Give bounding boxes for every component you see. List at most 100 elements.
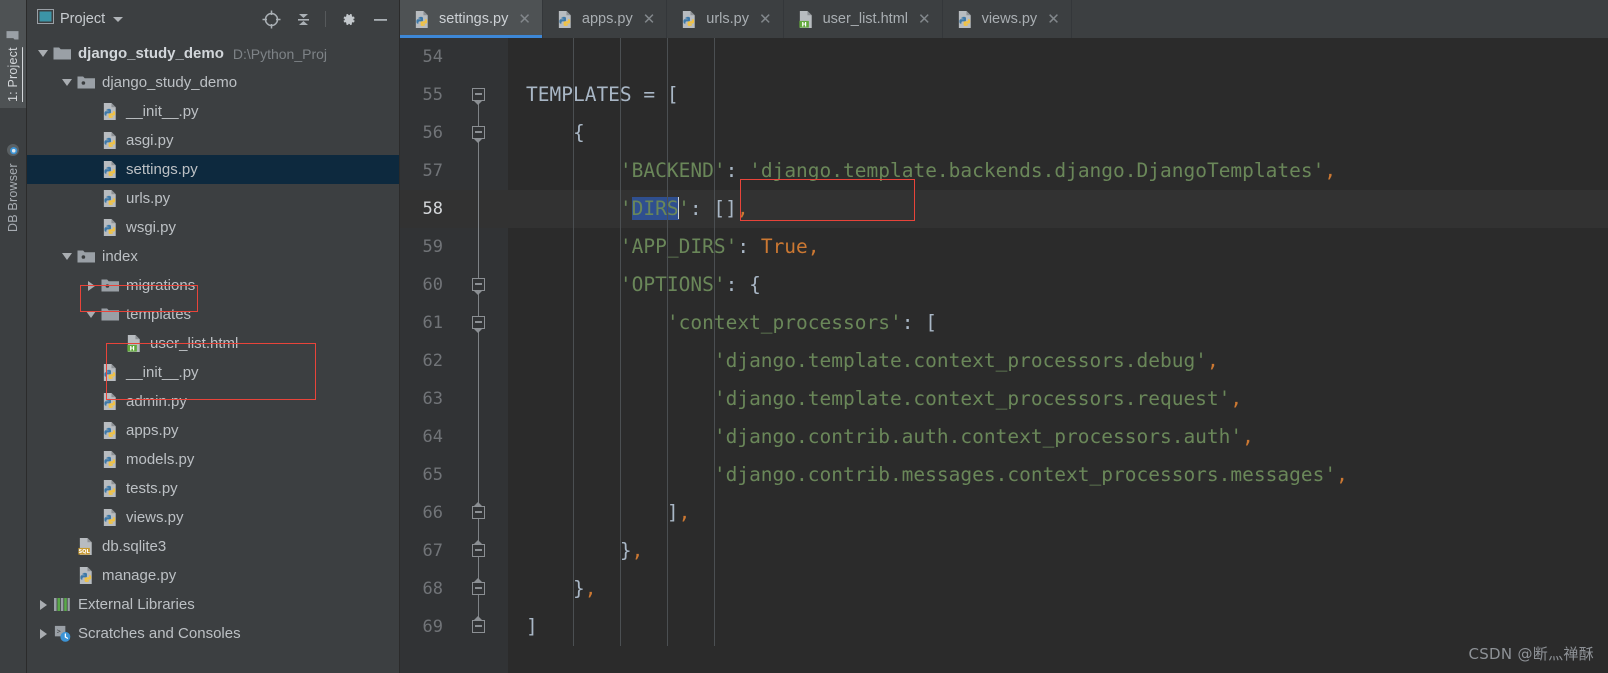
close-icon[interactable]: ✕ [643, 12, 656, 27]
locate-icon[interactable] [258, 6, 284, 32]
python-file-icon [101, 508, 120, 527]
tree-row-db-sqlite3[interactable]: SQL db.sqlite3 [27, 532, 399, 561]
code-line[interactable]: 'BACKEND': 'django.template.backends.dja… [508, 152, 1608, 190]
tree-row-user-list-html[interactable]: H user_list.html [27, 329, 399, 358]
python-file-icon [99, 102, 121, 121]
tree-row-label: user_list.html [150, 335, 239, 352]
line-number: 65 [422, 465, 443, 485]
db-browser-icon [6, 142, 21, 157]
tool-tab-db-browser[interactable]: DB Browser [0, 116, 26, 238]
indent-guide [619, 38, 621, 646]
editor-tab-views-py[interactable]: views.py ✕ [943, 0, 1072, 38]
python-file-icon [101, 392, 120, 411]
fold-marker-expanded[interactable] [472, 278, 487, 295]
minimize-icon[interactable] [367, 6, 393, 32]
chevron-down-icon[interactable] [113, 16, 124, 22]
code-line[interactable]: ] [508, 608, 1608, 646]
tree-row-models-py[interactable]: models.py [27, 445, 399, 474]
fold-marker-region-end[interactable] [472, 616, 487, 635]
code-line[interactable]: 'OPTIONS': { [508, 266, 1608, 304]
tree-row-admin-py[interactable]: admin.py [27, 387, 399, 416]
code-line[interactable]: }, [508, 532, 1608, 570]
editor-tab-urls-py[interactable]: urls.py ✕ [667, 0, 784, 38]
tree-row-django-study-demo[interactable]: django_study_demo D:\Python_Proj [27, 39, 399, 68]
code-token: , [1206, 349, 1219, 372]
code-line[interactable]: 'django.contrib.auth.context_processors.… [508, 418, 1608, 456]
tree-row-label: __init__.py [126, 103, 199, 120]
code-token: , [678, 501, 691, 524]
line-number: 63 [422, 389, 443, 409]
code-line[interactable] [508, 38, 1608, 76]
tree-row-external-libraries[interactable]: External Libraries [27, 590, 399, 619]
python-file-icon [99, 218, 121, 237]
chevron-down-icon[interactable] [59, 79, 75, 86]
editor-tab-settings-py[interactable]: settings.py ✕ [400, 0, 543, 38]
project-file-tree[interactable]: django_study_demo D:\Python_Proj django_s… [27, 38, 399, 673]
code-line[interactable]: { [508, 114, 1608, 152]
chevron-down-icon[interactable] [35, 50, 51, 57]
line-number: 59 [422, 237, 443, 257]
tree-row-django-study-demo[interactable]: django_study_demo [27, 68, 399, 97]
sqlite-file-icon: SQL [77, 537, 96, 556]
code-line[interactable]: 'django.contrib.messages.context_process… [508, 456, 1608, 494]
chevron-right-icon[interactable] [35, 628, 51, 639]
tree-row-apps-py[interactable]: apps.py [27, 416, 399, 445]
python-file-icon [101, 160, 120, 179]
tree-row-settings-py[interactable]: settings.py [27, 155, 399, 184]
tree-row-templates[interactable]: templates [27, 300, 399, 329]
fold-marker-expanded[interactable] [472, 316, 487, 333]
fold-marker-region-end[interactable] [472, 502, 487, 521]
code-line[interactable]: }, [508, 570, 1608, 608]
close-icon[interactable]: ✕ [918, 12, 931, 27]
code-folding-gutter[interactable] [456, 38, 508, 673]
tree-row-manage-py[interactable]: manage.py [27, 561, 399, 590]
python-file-icon [75, 566, 97, 585]
editor-tab-bar[interactable]: settings.py ✕ apps.py ✕ urls.py ✕ H user_li… [400, 0, 1608, 38]
editor-tab-apps-py[interactable]: apps.py ✕ [543, 0, 668, 38]
editor-tab-user-list-html[interactable]: H user_list.html ✕ [784, 0, 943, 38]
code-line[interactable]: 'DIRS': [], [508, 190, 1608, 228]
python-file-icon [99, 392, 121, 411]
code-line[interactable]: TEMPLATES = [ [508, 76, 1608, 114]
gear-icon[interactable] [335, 6, 361, 32]
fold-marker-region-end[interactable] [472, 540, 487, 559]
editor-tab-label: urls.py [706, 11, 749, 27]
tool-tab-project[interactable]: 1: Project [0, 0, 26, 108]
tree-row-scratches-and-consoles[interactable]: > Scratches and Consoles [27, 619, 399, 648]
code-view: 54 55 56 57 58 59 60 61 62 63 64 65 66 67 68 69 TEMPLAT… [400, 38, 1608, 673]
collapse-all-icon[interactable] [290, 6, 316, 32]
fold-marker-region-end[interactable] [472, 578, 487, 597]
close-icon[interactable]: ✕ [759, 12, 772, 27]
close-icon[interactable]: ✕ [518, 12, 531, 27]
tree-row-urls-py[interactable]: urls.py [27, 184, 399, 213]
tree-row-index[interactable]: index [27, 242, 399, 271]
tree-row--init-py[interactable]: __init__.py [27, 97, 399, 126]
fold-marker-expanded[interactable] [472, 88, 487, 105]
chevron-down-icon[interactable] [83, 311, 99, 318]
chevron-down-icon[interactable] [59, 253, 75, 260]
code-line[interactable]: 'django.template.context_processors.requ… [508, 380, 1608, 418]
tree-row-wsgi-py[interactable]: wsgi.py [27, 213, 399, 242]
selected-text: DIRS [631, 197, 679, 220]
tree-row--init-py[interactable]: __init__.py [27, 358, 399, 387]
tree-row-views-py[interactable]: views.py [27, 503, 399, 532]
tree-row-migrations[interactable]: migrations [27, 271, 399, 300]
code-line[interactable]: 'APP_DIRS': True, [508, 228, 1608, 266]
python-file-icon [413, 10, 432, 29]
code-line[interactable]: 'django.template.context_processors.debu… [508, 342, 1608, 380]
line-number: 60 [422, 275, 443, 295]
tree-row-asgi-py[interactable]: asgi.py [27, 126, 399, 155]
close-icon[interactable]: ✕ [1047, 12, 1060, 27]
line-number: 69 [422, 617, 443, 637]
code-line[interactable]: ], [508, 494, 1608, 532]
tree-row-tests-py[interactable]: tests.py [27, 474, 399, 503]
line-number: 54 [422, 47, 443, 67]
fold-marker-expanded[interactable] [472, 126, 487, 143]
chevron-right-icon[interactable] [35, 599, 51, 610]
code-line[interactable]: 'context_processors': [ [508, 304, 1608, 342]
tree-row-label: templates [126, 306, 192, 323]
code-text-area[interactable]: TEMPLATES = [ { 'BACKEND': 'django.templ… [508, 38, 1608, 673]
chevron-right-icon[interactable] [83, 280, 99, 291]
